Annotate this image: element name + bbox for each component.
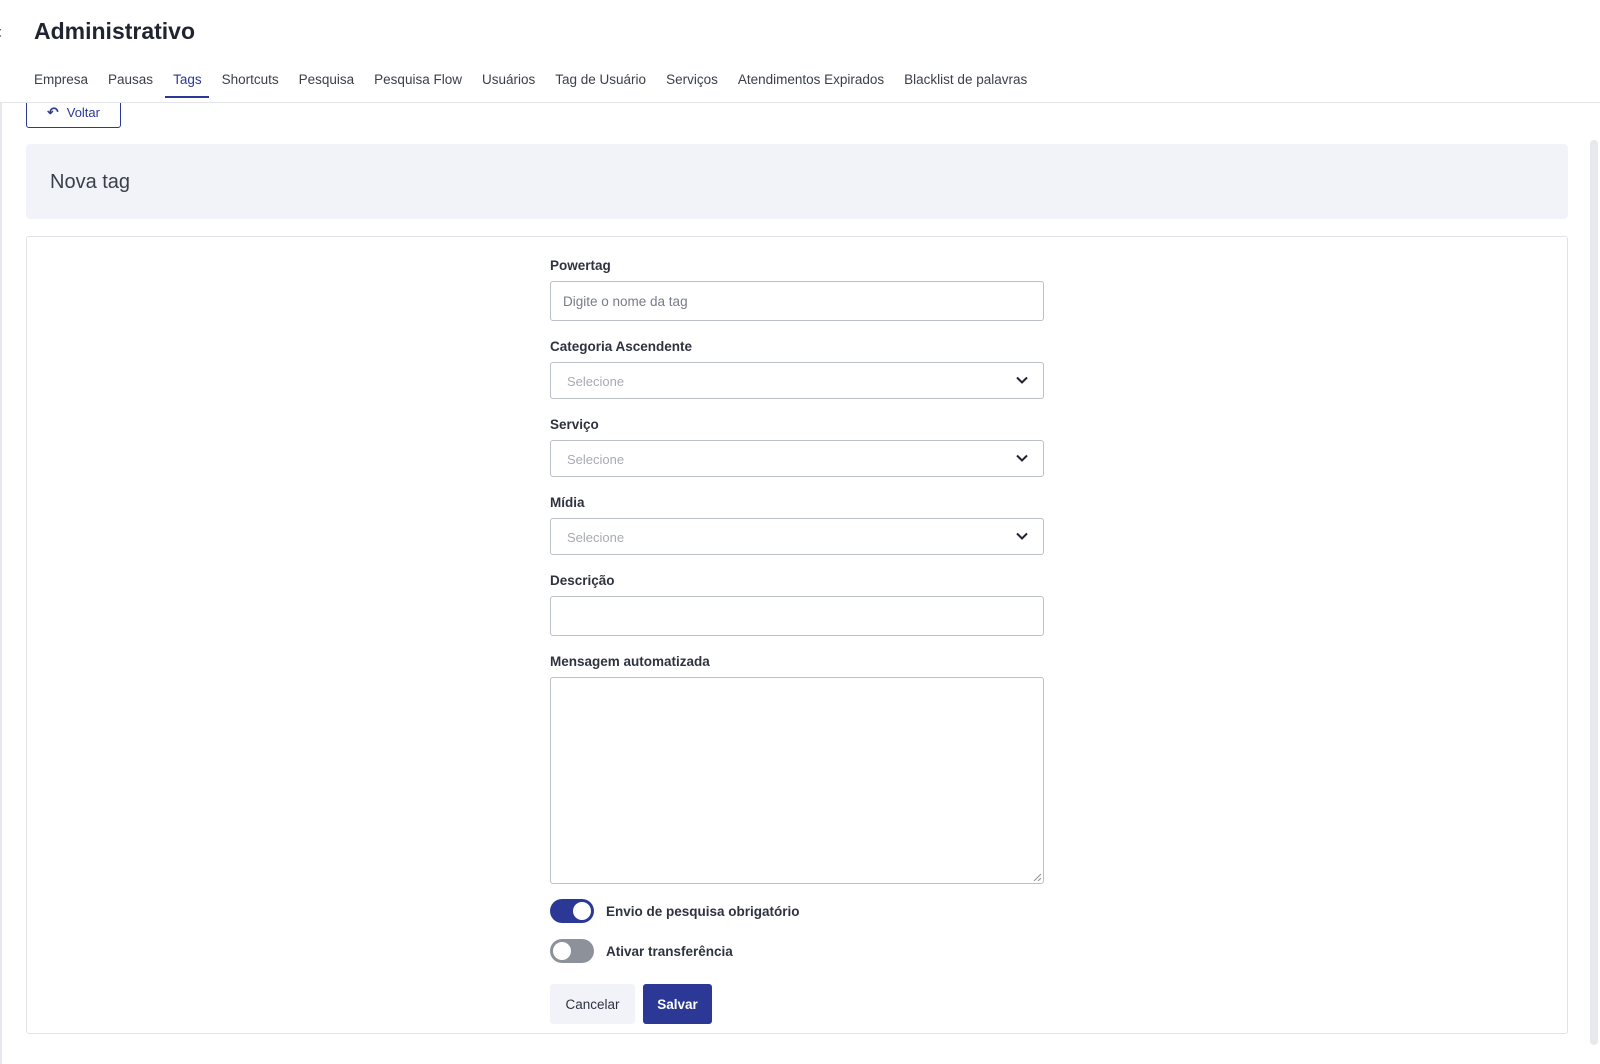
tab-usuarios[interactable]: Usuários [482,70,535,97]
section-header: Nova tag [26,144,1568,219]
powertag-input[interactable] [550,281,1044,321]
categoria-select-value: Selecione [567,374,625,389]
new-tag-form: Powertag Categoria Ascendente Selecione … [550,258,1044,1024]
servico-label: Serviço [550,417,599,432]
servico-select-value: Selecione [567,452,625,467]
powertag-label: Powertag [550,258,611,273]
tab-empresa[interactable]: Empresa [34,70,88,97]
tab-shortcuts[interactable]: Shortcuts [222,70,279,97]
tab-atendimentos-expirados[interactable]: Atendimentos Expirados [738,70,884,97]
transferencia-toggle[interactable] [550,939,594,963]
page-header: ‹ Administrativo Empresa Pausas Tags Sho… [0,0,1600,103]
midia-label: Mídia [550,495,585,510]
categoria-label: Categoria Ascendente [550,339,693,354]
servico-select[interactable]: Selecione [550,440,1044,477]
toggle-knob [553,942,571,960]
back-arrow-icon: ↶ [47,103,59,120]
tab-tag-de-usuario[interactable]: Tag de Usuário [555,70,646,97]
collapse-chevron-icon[interactable]: ‹ [0,22,12,42]
descricao-label: Descrição [550,573,615,588]
tab-pesquisa[interactable]: Pesquisa [299,70,355,97]
tab-servicos[interactable]: Serviços [666,70,718,97]
toggle-row-pesquisa: Envio de pesquisa obrigatório [550,898,1044,924]
page-scrollbar[interactable] [1590,140,1598,1045]
chevron-down-icon [1016,532,1028,540]
mensagem-textarea[interactable] [550,677,1044,884]
save-button[interactable]: Salvar [643,984,712,1024]
transferencia-toggle-label: Ativar transferência [606,943,733,959]
toggle-knob [573,902,591,920]
page-title: Administrativo [34,18,196,44]
descricao-input[interactable] [550,596,1044,636]
midia-select-value: Selecione [567,530,625,545]
chevron-down-icon [1016,454,1028,462]
back-button-label: Voltar [66,104,100,120]
tab-tags[interactable]: Tags [165,70,209,98]
cancel-button[interactable]: Cancelar [550,984,635,1024]
section-title: Nova tag [50,171,131,193]
midia-select[interactable]: Selecione [550,518,1044,555]
chevron-down-icon [1016,376,1028,384]
mensagem-label: Mensagem automatizada [550,654,710,669]
left-edge-border [0,0,2,1064]
resize-grip-icon[interactable] [1033,873,1041,881]
form-buttons: Cancelar Salvar [550,984,1044,1024]
categoria-select[interactable]: Selecione [550,362,1044,399]
tab-blacklist-de-palavras[interactable]: Blacklist de palavras [904,70,1027,97]
toggle-row-transferencia: Ativar transferência [550,938,1044,964]
pesquisa-toggle[interactable] [550,899,594,923]
tab-pausas[interactable]: Pausas [108,70,153,97]
tab-pesquisa-flow[interactable]: Pesquisa Flow [374,70,462,97]
admin-tabs: Empresa Pausas Tags Shortcuts Pesquisa P… [34,70,1047,98]
pesquisa-toggle-label: Envio de pesquisa obrigatório [606,903,800,919]
